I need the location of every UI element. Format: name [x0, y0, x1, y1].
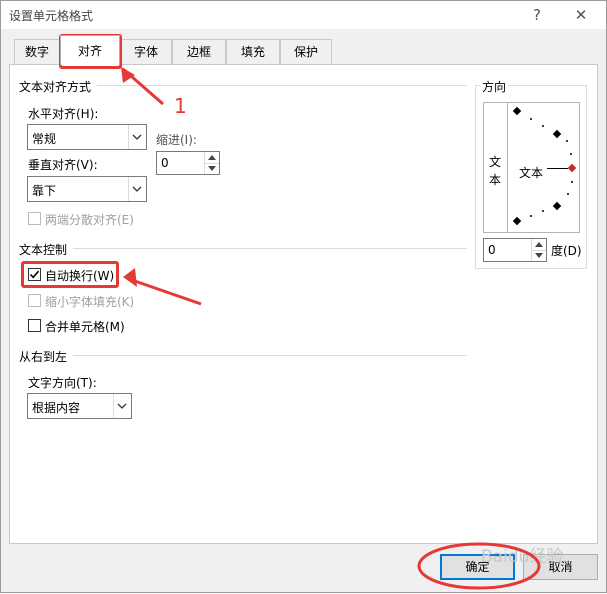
annotation-ellipse-ok	[417, 542, 541, 590]
annotation-overlay	[121, 67, 541, 590]
annotation-arrow-head	[121, 67, 135, 83]
tab-alignment[interactable]: 对齐	[60, 35, 120, 65]
annotation-arrow-head	[123, 268, 137, 287]
annotation-arrow-line	[128, 277, 202, 306]
format-cells-dialog: 设置单元格格式 ? ✕ 数字 对齐 字体 边框 填充 保护 文本对齐方式 水平对…	[0, 0, 607, 593]
